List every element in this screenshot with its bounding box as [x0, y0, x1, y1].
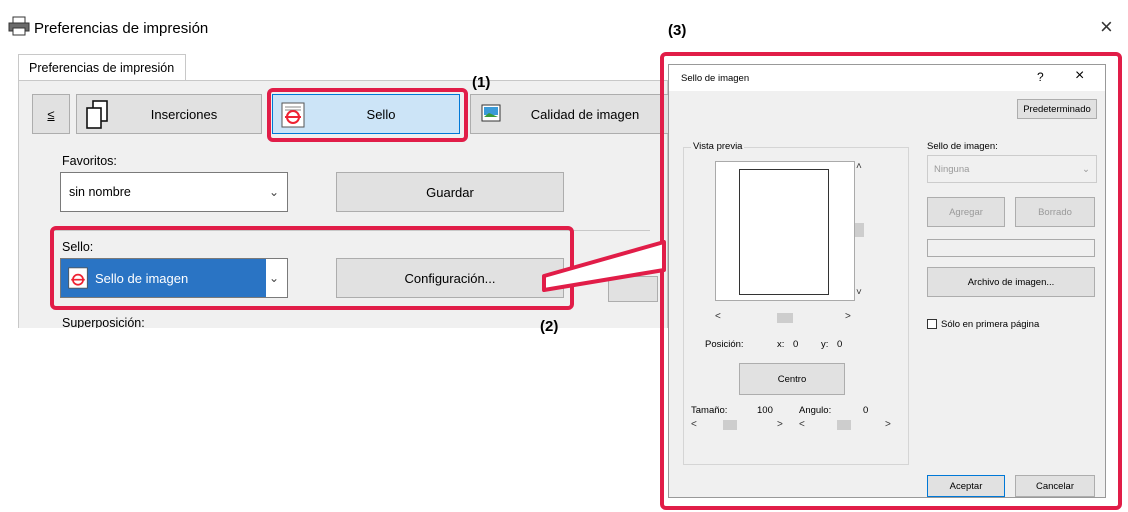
- size-label: Tamaño:: [691, 405, 728, 416]
- archivo-imagen-button[interactable]: Archivo de imagen...: [927, 267, 1095, 297]
- stamp-image-label: Sello de imagen:: [927, 141, 998, 152]
- superposicion-label: Superposición:: [62, 316, 145, 328]
- favoritos-label: Favoritos:: [62, 154, 117, 168]
- position-label: Posición:: [705, 339, 744, 350]
- aceptar-label: Aceptar: [949, 480, 983, 492]
- scroll-up-icon[interactable]: ˄: [856, 161, 862, 172]
- borrado-label: Borrado: [1038, 206, 1072, 218]
- cancelar-button[interactable]: Cancelar: [1015, 475, 1095, 497]
- scroll-right-icon[interactable]: >: [885, 419, 891, 430]
- angle-value: 0: [863, 405, 869, 416]
- scroll-left-icon[interactable]: <: [799, 419, 805, 430]
- close-icon[interactable]: ×: [1075, 67, 1084, 85]
- chevron-down-icon: ⌄: [268, 185, 279, 199]
- chevron-down-icon: ⌄: [1082, 163, 1090, 175]
- favoritos-value: sin nombre: [69, 185, 131, 199]
- nav-prev-button[interactable]: ≤: [32, 94, 70, 134]
- angle-thumb[interactable]: [837, 420, 851, 430]
- image-path-field[interactable]: [927, 239, 1095, 257]
- x-label: x:: [777, 339, 785, 350]
- first-page-label: Sólo en primera página: [941, 319, 1040, 330]
- window-title: Preferencias de impresión: [34, 20, 209, 37]
- printer-icon: [8, 16, 30, 36]
- predeterminado-button[interactable]: Predeterminado: [1017, 99, 1097, 119]
- cancelar-label: Cancelar: [1035, 480, 1075, 492]
- help-icon[interactable]: ?: [1037, 70, 1044, 84]
- borrado-button[interactable]: Borrado: [1015, 197, 1095, 227]
- favoritos-select[interactable]: sin nombre ⌄: [60, 172, 288, 212]
- vertical-scrollbar[interactable]: ˄ ˅: [853, 161, 867, 301]
- image-quality-icon: [481, 104, 501, 122]
- angle-label: Angulo:: [799, 405, 832, 416]
- scroll-thumb[interactable]: [777, 313, 793, 323]
- y-value: 0: [837, 339, 843, 350]
- dialog-titlebar: Sello de imagen ? ×: [669, 65, 1105, 91]
- annotation-2: (2): [540, 318, 559, 335]
- nav-prev-label: ≤: [47, 106, 55, 122]
- highlight-1: [267, 88, 468, 142]
- scroll-right-icon[interactable]: >: [777, 419, 783, 430]
- stamp-image-value: Ninguna: [934, 163, 970, 175]
- tab-print-preferences[interactable]: Preferencias de impresión: [18, 54, 186, 80]
- stamp-image-select[interactable]: Ninguna ⌄: [927, 155, 1097, 183]
- inserciones-button[interactable]: Inserciones: [76, 94, 262, 134]
- horizontal-scrollbar[interactable]: < >: [715, 311, 855, 325]
- pages-icon: [86, 100, 108, 129]
- calidad-label: Calidad de imagen: [530, 106, 640, 122]
- guardar-button[interactable]: Guardar: [336, 172, 564, 212]
- calidad-imagen-button[interactable]: Calidad de imagen: [470, 94, 670, 134]
- predeterminado-label: Predeterminado: [1023, 103, 1091, 115]
- sello-imagen-dialog: Sello de imagen ? × Predeterminado Vista…: [668, 64, 1106, 498]
- size-thumb[interactable]: [723, 420, 737, 430]
- archivo-imagen-label: Archivo de imagen...: [967, 276, 1055, 288]
- first-page-checkbox[interactable]: [927, 319, 937, 329]
- callout-connector: [542, 240, 666, 292]
- annotation-1: (1): [472, 74, 491, 91]
- size-slider[interactable]: < >: [691, 419, 787, 431]
- close-icon[interactable]: ×: [1100, 14, 1113, 40]
- scroll-right-icon[interactable]: >: [845, 311, 851, 322]
- inserciones-label: Inserciones: [150, 106, 218, 122]
- scroll-down-icon[interactable]: ˅: [856, 287, 862, 298]
- scroll-thumb[interactable]: [855, 223, 864, 237]
- aceptar-button[interactable]: Aceptar: [927, 475, 1005, 497]
- centro-label: Centro: [777, 373, 807, 385]
- y-label: y:: [821, 339, 829, 350]
- highlight-2: [50, 226, 574, 310]
- centro-button[interactable]: Centro: [739, 363, 845, 395]
- angle-slider[interactable]: < >: [799, 419, 895, 431]
- agregar-button[interactable]: Agregar: [927, 197, 1005, 227]
- preview-page: [739, 169, 829, 295]
- preview-label: Vista previa: [691, 141, 745, 152]
- agregar-label: Agregar: [949, 206, 983, 218]
- guardar-label: Guardar: [426, 184, 474, 200]
- scroll-left-icon[interactable]: <: [691, 419, 697, 430]
- size-value: 100: [757, 405, 773, 416]
- x-value: 0: [793, 339, 799, 350]
- dialog-title: Sello de imagen: [681, 73, 750, 84]
- annotation-3: (3): [668, 22, 687, 39]
- scroll-left-icon[interactable]: <: [715, 311, 721, 322]
